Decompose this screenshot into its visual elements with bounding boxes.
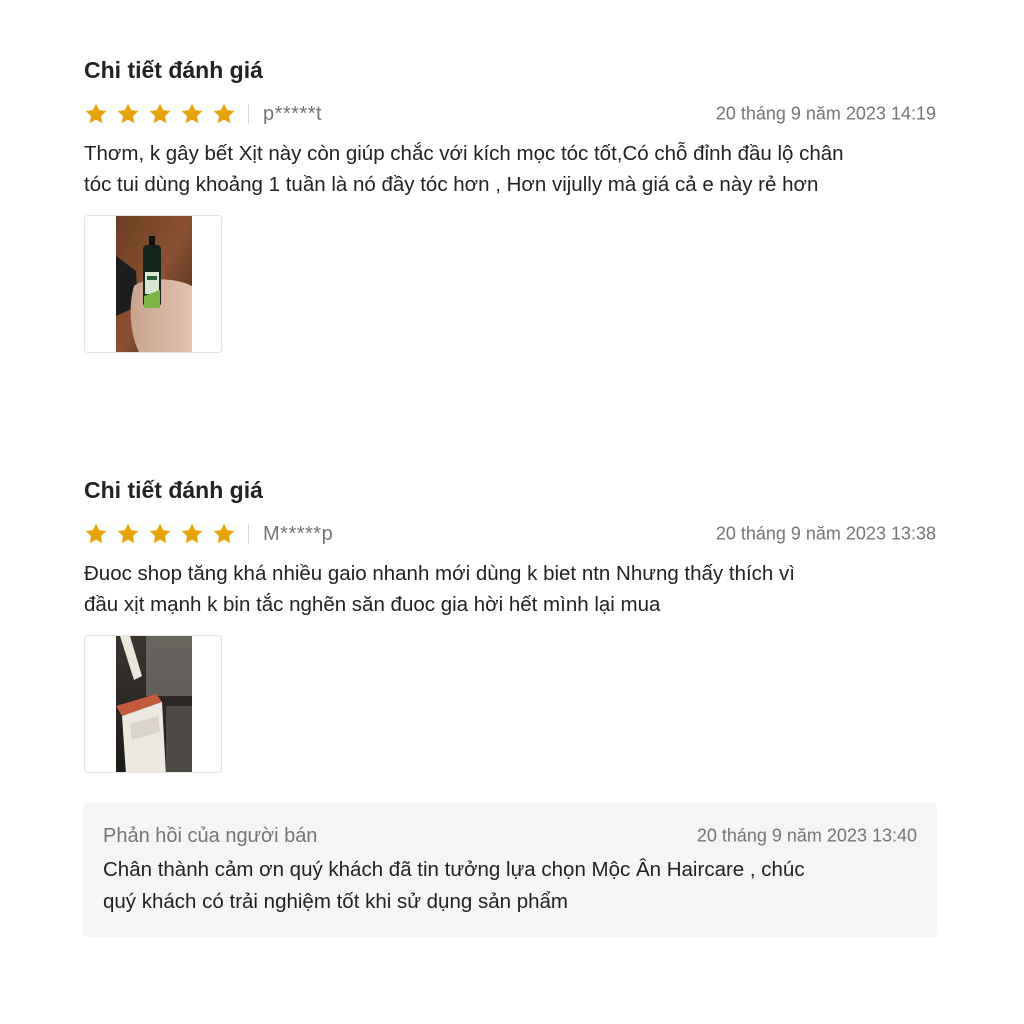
meta-divider xyxy=(248,524,249,544)
star-icon xyxy=(181,103,203,124)
review-card: Chi tiết đánh giá p*****t 20 tháng 9 năm… xyxy=(84,52,936,353)
review-meta: p*****t 20 tháng 9 năm 2023 14:19 xyxy=(84,98,936,130)
reply-line: Chân thành cảm ơn quý khách đã tin tưởng… xyxy=(103,858,805,881)
review-photo-thumbnail[interactable] xyxy=(84,635,222,773)
star-icon xyxy=(85,103,107,124)
reviewer-name: M*****p xyxy=(263,522,334,545)
comment-line: Thơm, k gây bết Xịt này còn giúp chắc vớ… xyxy=(84,142,844,165)
star-icon xyxy=(213,523,235,544)
reviewer-name: p*****t xyxy=(263,102,323,125)
review-card: Chi tiết đánh giá M*****p 20 tháng 9 năm… xyxy=(84,472,936,773)
star-rating xyxy=(84,522,236,546)
reply-line: quý khách có trải nghiệm tốt khi sử dụng… xyxy=(103,890,568,913)
star-icon xyxy=(149,523,171,544)
seller-reply-header: Phản hồi của người bán 20 tháng 9 năm 20… xyxy=(103,821,917,851)
review-comment: Thơm, k gây bết Xịt này còn giúp chắc vớ… xyxy=(84,138,936,200)
star-icon xyxy=(117,523,139,544)
review-photo xyxy=(116,216,192,352)
seller-reply-label: Phản hồi của người bán xyxy=(103,824,318,847)
seller-reply: Phản hồi của người bán 20 tháng 9 năm 20… xyxy=(83,803,937,937)
review-date: 20 tháng 9 năm 2023 14:19 xyxy=(715,103,936,124)
seller-reply-text: Chân thành cảm ơn quý khách đã tin tưởng… xyxy=(103,854,917,918)
review-date: 20 tháng 9 năm 2023 13:38 xyxy=(715,523,936,544)
meta-divider xyxy=(248,104,249,124)
star-icon xyxy=(213,103,235,124)
comment-line: tóc tui dùng khoảng 1 tuần là nó đầy tóc… xyxy=(84,173,819,196)
comment-line: đầu xịt mạnh k bin tắc nghẽn săn đuoc gi… xyxy=(84,593,661,616)
review-meta: M*****p 20 tháng 9 năm 2023 13:38 xyxy=(84,518,936,550)
review-heading: Chi tiết đánh giá xyxy=(84,477,263,503)
review-photo-thumbnail[interactable] xyxy=(84,215,222,353)
review-photo xyxy=(116,636,192,772)
review-comment: Đuoc shop tăng khá nhiều gaio nhanh mới … xyxy=(84,558,936,620)
star-icon xyxy=(181,523,203,544)
star-rating xyxy=(84,102,236,126)
star-icon xyxy=(149,103,171,124)
review-heading: Chi tiết đánh giá xyxy=(84,57,263,83)
star-icon xyxy=(117,103,139,124)
star-icon xyxy=(85,523,107,544)
seller-reply-date: 20 tháng 9 năm 2023 13:40 xyxy=(696,825,917,846)
comment-line: Đuoc shop tăng khá nhiều gaio nhanh mới … xyxy=(84,562,795,585)
